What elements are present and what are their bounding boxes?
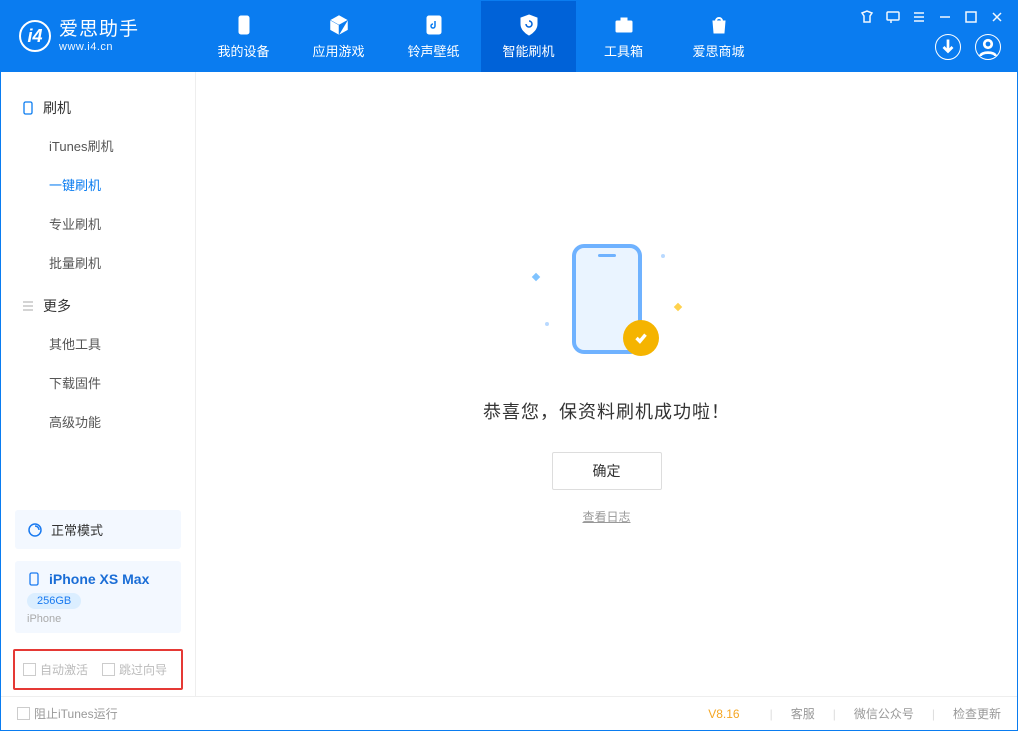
sidebar-item-advanced[interactable]: 高级功能 <box>21 402 195 441</box>
wechat-link[interactable]: 微信公众号 <box>854 705 914 722</box>
sidebar-group-flash: 刷机 <box>1 90 195 126</box>
device-card[interactable]: iPhone XS Max 256GB iPhone <box>15 561 181 633</box>
checkbox-icon <box>23 663 36 676</box>
app-window: i4 爱思助手 www.i4.cn 我的设备 应用游戏 铃声壁纸 智能刷机 <box>0 0 1018 731</box>
app-subtitle: www.i4.cn <box>59 41 139 53</box>
main-content: 恭喜您，保资料刷机成功啦！ 确定 查看日志 <box>196 72 1017 696</box>
ok-button[interactable]: 确定 <box>552 452 662 490</box>
tab-apps-games[interactable]: 应用游戏 <box>291 1 386 72</box>
block-itunes-checkbox[interactable]: 阻止iTunes运行 <box>17 705 118 722</box>
tab-label: 铃声壁纸 <box>407 41 459 60</box>
sidebar-item-batch-flash[interactable]: 批量刷机 <box>21 243 195 282</box>
toolbox-icon <box>612 13 636 37</box>
success-message: 恭喜您，保资料刷机成功啦！ <box>483 398 730 424</box>
sidebar-item-other-tools[interactable]: 其他工具 <box>21 324 195 363</box>
success-illustration <box>527 244 687 374</box>
auto-activate-checkbox[interactable]: 自动激活 <box>23 661 88 678</box>
download-button[interactable] <box>935 34 961 60</box>
tab-label: 爱思商城 <box>692 41 744 60</box>
sidebar-item-onekey-flash[interactable]: 一键刷机 <box>21 165 195 204</box>
flash-options-highlight: 自动激活 跳过向导 <box>13 649 183 690</box>
storage-badge: 256GB <box>27 593 81 609</box>
music-file-icon <box>422 13 446 37</box>
account-button[interactable] <box>975 34 1001 60</box>
app-title: 爱思助手 <box>59 20 139 41</box>
version-label: V8.16 <box>708 707 739 721</box>
main-tabs: 我的设备 应用游戏 铃声壁纸 智能刷机 工具箱 爱思商城 <box>196 1 766 72</box>
checkbox-label: 跳过向导 <box>119 661 167 678</box>
skip-guide-checkbox[interactable]: 跳过向导 <box>102 661 167 678</box>
check-update-link[interactable]: 检查更新 <box>953 705 1001 722</box>
body: 刷机 iTunes刷机 一键刷机 专业刷机 批量刷机 更多 其他工具 下载固件 <box>1 72 1017 696</box>
tab-my-device[interactable]: 我的设备 <box>196 1 291 72</box>
tab-ringtones-wallpapers[interactable]: 铃声壁纸 <box>386 1 481 72</box>
device-icon <box>232 13 256 37</box>
list-icon <box>21 299 35 313</box>
checkbox-label: 阻止iTunes运行 <box>34 705 118 722</box>
logo-icon: i4 <box>19 20 51 52</box>
close-icon[interactable] <box>989 9 1005 25</box>
shield-refresh-icon <box>517 13 541 37</box>
checkbox-icon <box>102 663 115 676</box>
device-name-label: iPhone XS Max <box>49 571 149 587</box>
checkbox-icon <box>17 707 30 720</box>
dot-icon <box>545 322 549 326</box>
tab-label: 智能刷机 <box>502 41 554 60</box>
window-controls <box>859 9 1005 25</box>
dot-icon <box>661 254 665 258</box>
sidebar-item-pro-flash[interactable]: 专业刷机 <box>21 204 195 243</box>
mode-label: 正常模式 <box>51 520 103 539</box>
tab-toolbox[interactable]: 工具箱 <box>576 1 671 72</box>
sparkle-icon <box>673 302 681 310</box>
minimize-icon[interactable] <box>937 9 953 25</box>
tab-store[interactable]: 爱思商城 <box>671 1 766 72</box>
device-type-label: iPhone <box>27 613 61 625</box>
refresh-icon <box>27 522 43 538</box>
sidebar-group-label: 刷机 <box>43 98 71 118</box>
tab-smart-flash[interactable]: 智能刷机 <box>481 1 576 72</box>
sidebar-group-label: 更多 <box>43 296 71 316</box>
header: i4 爱思助手 www.i4.cn 我的设备 应用游戏 铃声壁纸 智能刷机 <box>1 1 1017 72</box>
menu-icon[interactable] <box>911 9 927 25</box>
phone-icon <box>27 572 41 586</box>
status-bar: 阻止iTunes运行 V8.16 | 客服 | 微信公众号 | 检查更新 <box>1 696 1017 730</box>
check-badge-icon <box>623 320 659 356</box>
logo: i4 爱思助手 www.i4.cn <box>1 20 196 53</box>
sidebar-group-more: 更多 <box>1 288 195 324</box>
maximize-icon[interactable] <box>963 9 979 25</box>
bag-icon <box>707 13 731 37</box>
tab-label: 应用游戏 <box>312 41 364 60</box>
phone-icon <box>21 101 35 115</box>
sidebar-item-download-firmware[interactable]: 下载固件 <box>21 363 195 402</box>
cube-icon <box>327 13 351 37</box>
checkbox-label: 自动激活 <box>40 661 88 678</box>
tab-label: 工具箱 <box>604 41 643 60</box>
sidebar: 刷机 iTunes刷机 一键刷机 专业刷机 批量刷机 更多 其他工具 下载固件 <box>1 72 196 696</box>
support-link[interactable]: 客服 <box>791 705 815 722</box>
sidebar-item-itunes-flash[interactable]: iTunes刷机 <box>21 126 195 165</box>
view-log-link[interactable]: 查看日志 <box>582 508 630 525</box>
header-actions <box>935 34 1001 60</box>
skin-icon[interactable] <box>859 9 875 25</box>
feedback-icon[interactable] <box>885 9 901 25</box>
sparkle-icon <box>531 272 539 280</box>
mode-card[interactable]: 正常模式 <box>15 510 181 549</box>
tab-label: 我的设备 <box>217 41 269 60</box>
